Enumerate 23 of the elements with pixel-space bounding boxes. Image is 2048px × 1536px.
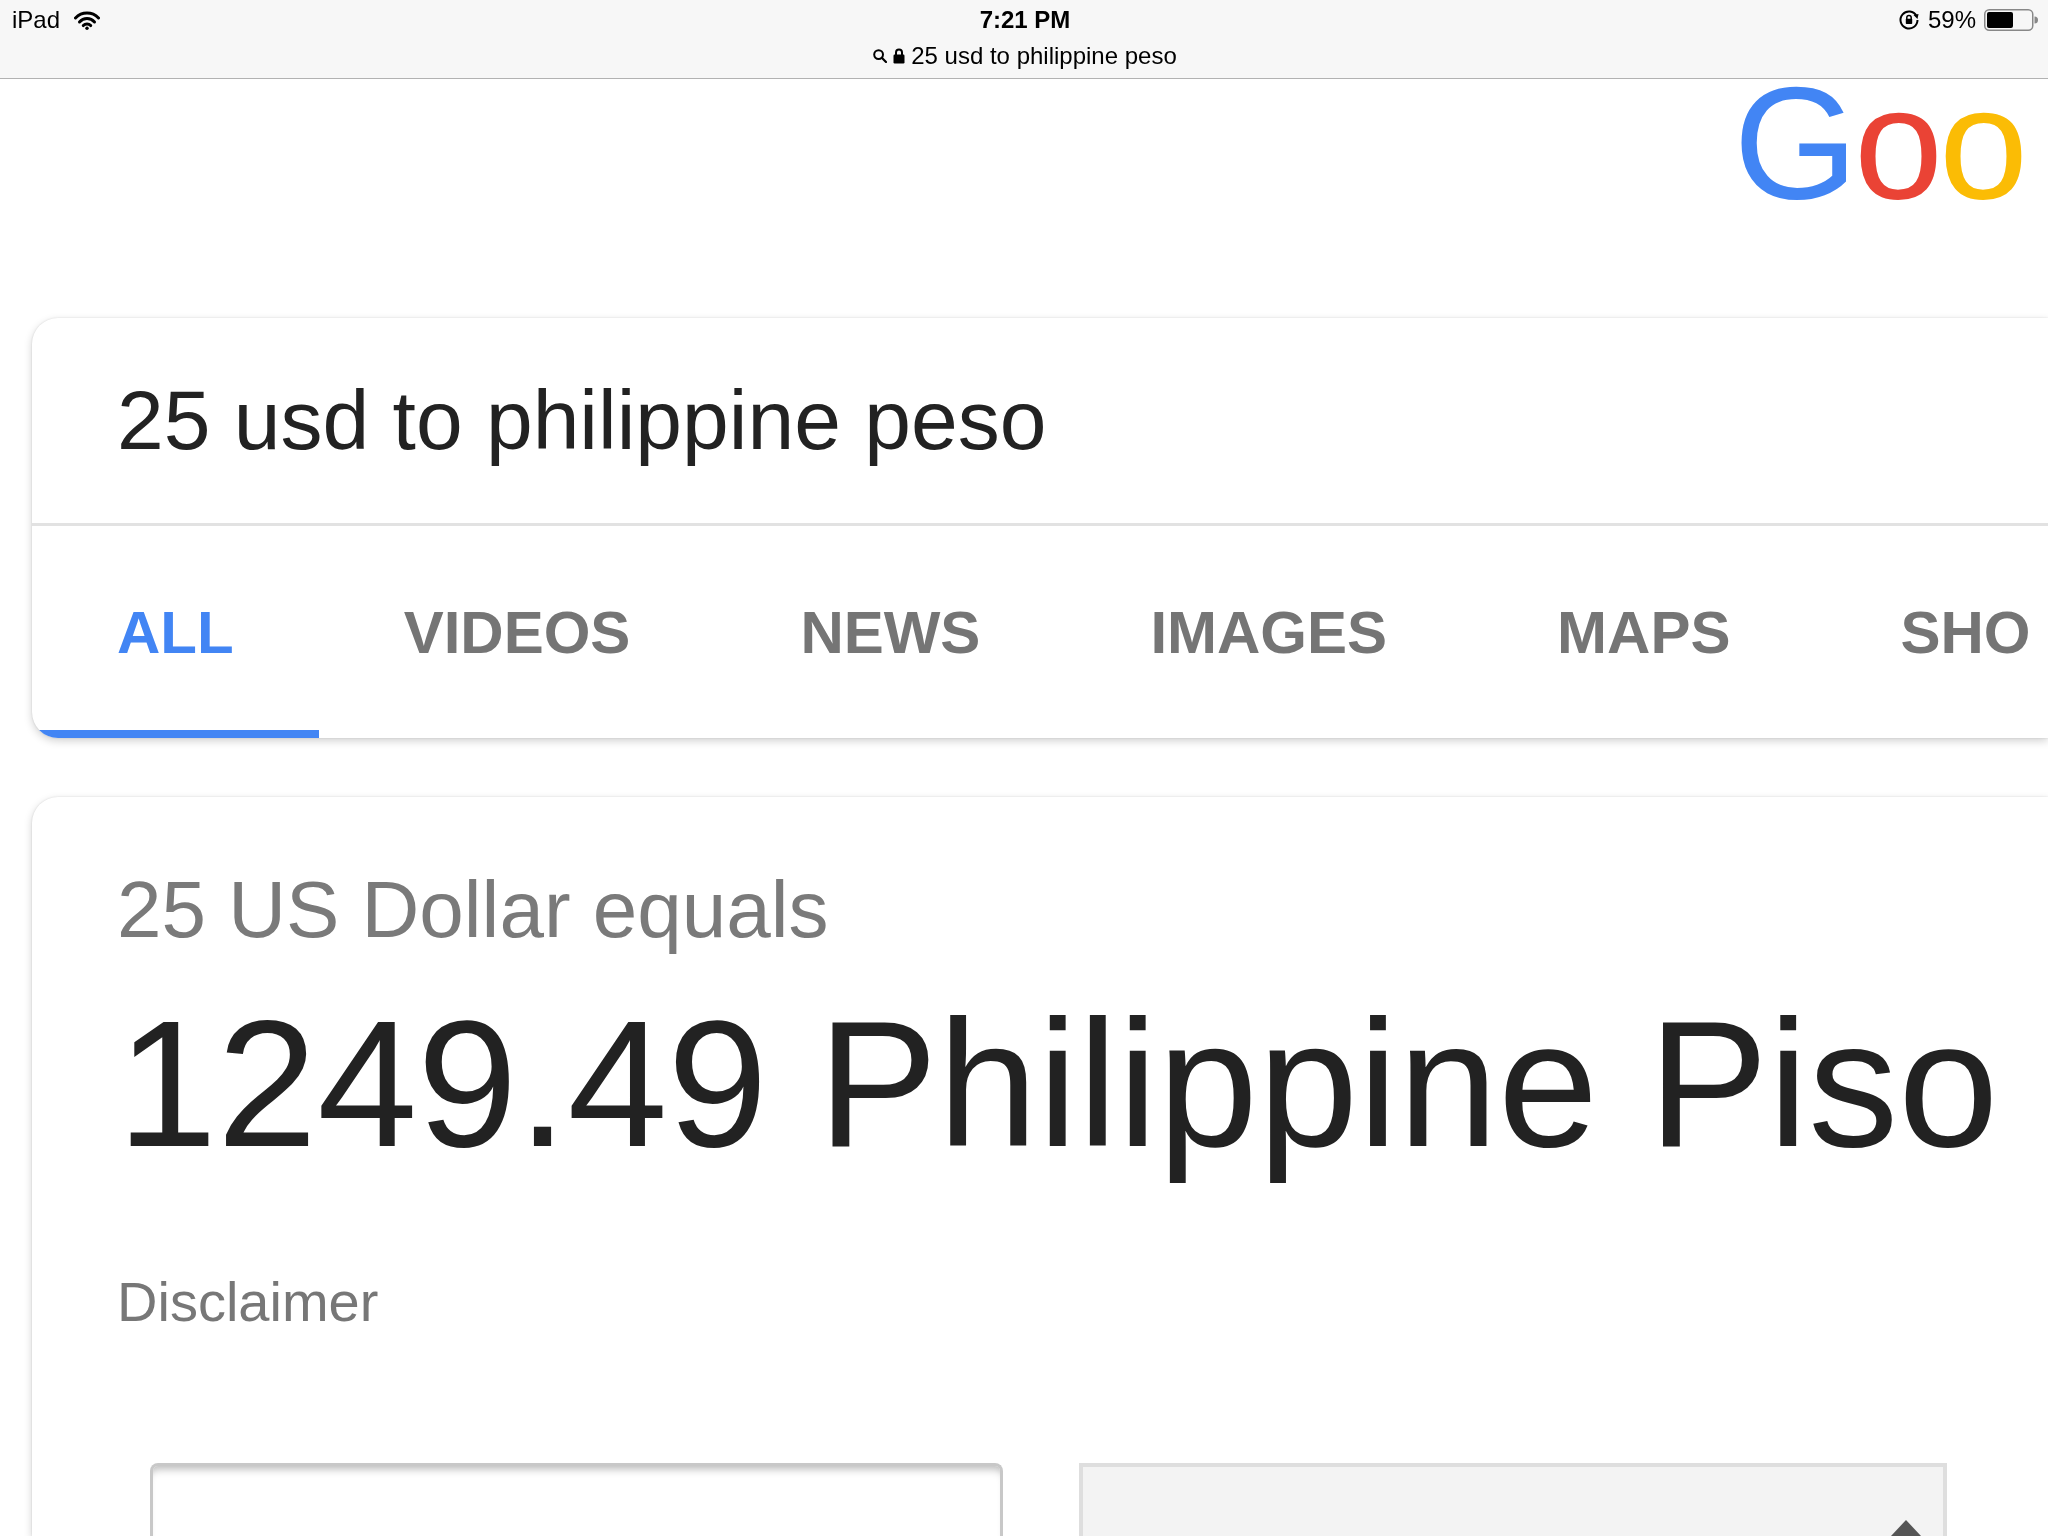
tab[interactable]: MAPS (1472, 526, 1816, 738)
clock-time: 7:21 PM (979, 6, 1071, 34)
tab[interactable]: SHO (1815, 526, 2031, 738)
address-text[interactable]: 25 usd to philippine peso (911, 42, 1177, 70)
wifi-icon (74, 10, 101, 30)
search-field[interactable]: 25 usd to philippine peso (32, 318, 2048, 526)
tab[interactable]: VIDEOS (318, 526, 716, 738)
currency-select[interactable] (1079, 1463, 1947, 1536)
lock-icon (893, 48, 906, 64)
device-name: iPad (12, 6, 61, 34)
tab[interactable]: NEWS (715, 526, 1066, 738)
conversion-caption: 25 US Dollar equals (117, 864, 830, 956)
battery-icon (1984, 9, 2038, 31)
conversion-result: 1249.49 Philippine Piso (117, 985, 2000, 1183)
tab[interactable]: ALL (32, 526, 319, 738)
battery-percentage: 59% (1927, 6, 1976, 34)
rotation-lock-icon (1897, 9, 1920, 31)
caret-icon (1891, 1520, 1921, 1536)
search-icon (873, 49, 888, 63)
amount-field[interactable] (150, 1463, 1003, 1536)
tab[interactable]: IMAGES (1065, 526, 1473, 738)
disclaimer-link[interactable]: Disclaimer (117, 1268, 379, 1335)
logo: Goo (1733, 79, 2024, 207)
